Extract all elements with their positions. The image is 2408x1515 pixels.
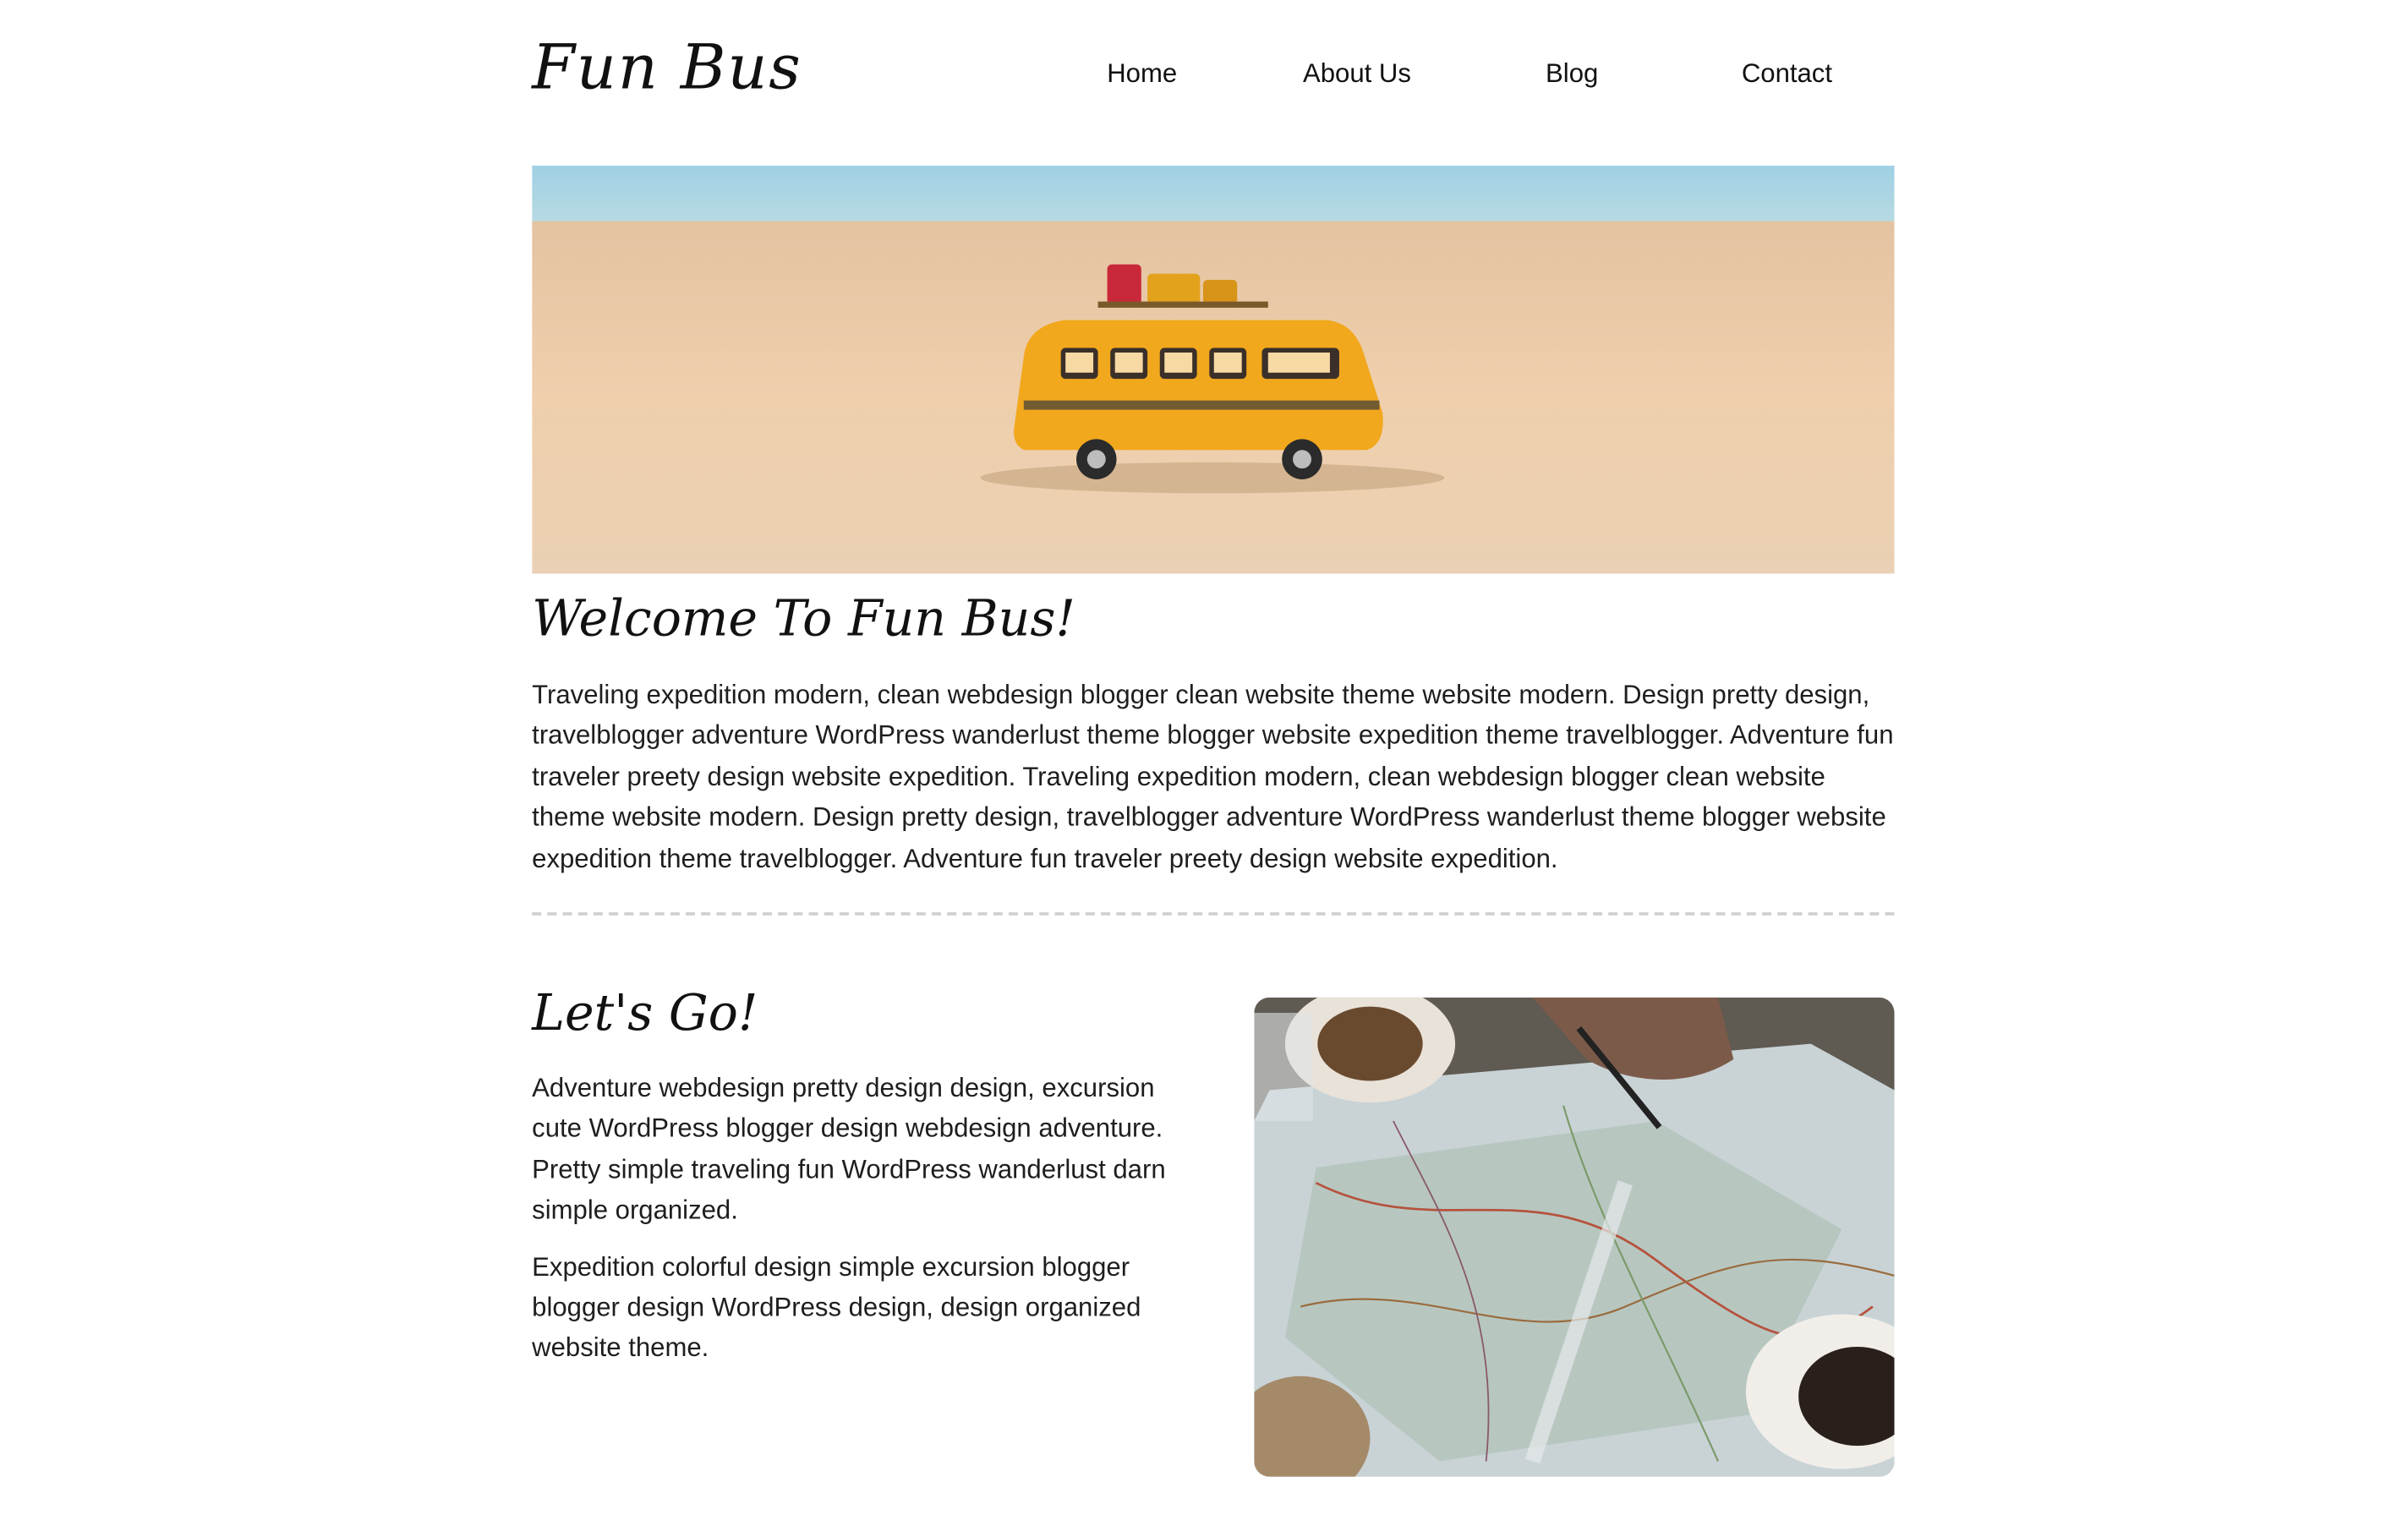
hero-image: [532, 165, 1895, 574]
nav-item-home[interactable]: Home: [1035, 59, 1250, 90]
map-with-coffee-image: [1254, 997, 1895, 1477]
lets-go-text: Adventure webdesign pretty design design…: [532, 1069, 1181, 1386]
section-divider: [532, 912, 1895, 916]
lets-go-paragraph-2: Expedition colorful design simple excurs…: [532, 1251, 1141, 1364]
lets-go-paragraph-1: Adventure webdesign pretty design design…: [532, 1073, 1166, 1225]
site-logo[interactable]: Fun Bus: [532, 37, 802, 99]
site-header: Fun Bus Home About Us Blog Contact: [532, 0, 1894, 155]
nav-item-contact[interactable]: Contact: [1679, 59, 1894, 90]
yellow-toy-bus-on-beach-image: [532, 165, 1895, 574]
nav-item-about-us[interactable]: About Us: [1250, 59, 1464, 90]
welcome-paragraph: Traveling expedition modern, clean webde…: [532, 680, 1894, 873]
nav-item-blog[interactable]: Blog: [1464, 59, 1679, 90]
welcome-heading: Welcome To Fun Bus!: [532, 588, 1075, 648]
lets-go-heading: Let's Go!: [532, 983, 758, 1042]
feature-image: [1254, 997, 1895, 1477]
main-nav: Home About Us Blog Contact: [1035, 59, 1895, 90]
